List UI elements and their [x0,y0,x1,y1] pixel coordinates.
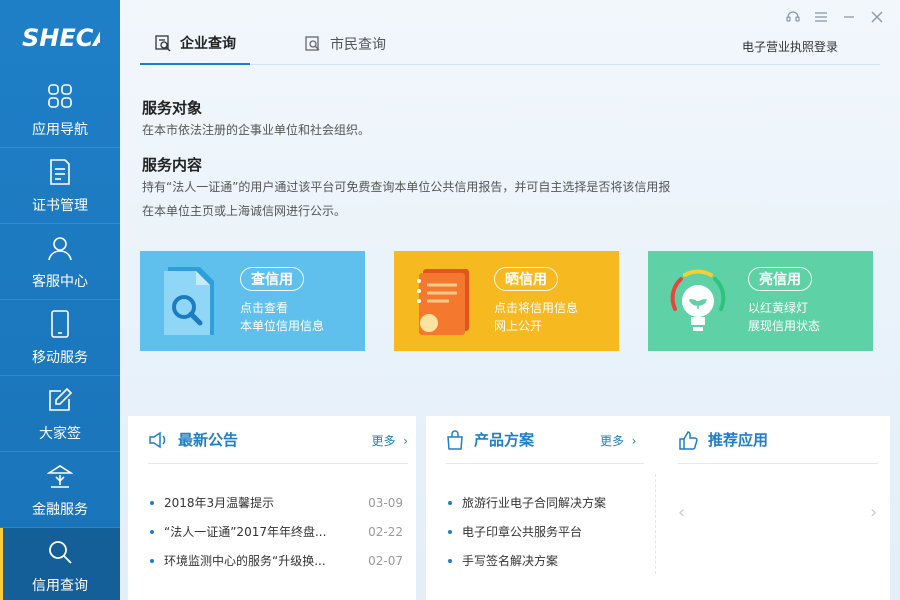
products-list: 旅游行业电子合同解决方案 电子印章公共服务平台 手写签名解决方案 [448,488,648,575]
card-desc-line2: 本单位信用信息 [240,319,325,333]
chevron-right-icon[interactable]: › [870,502,877,523]
card-desc-line1: 以红黄绿灯 [748,301,809,315]
check-credit-card[interactable]: 查信用 点击查看 本单位信用信息 [140,251,365,351]
card-pill-label: 亮信用 [748,267,812,291]
card-pill-label: 晒信用 [494,267,558,291]
card-pill-label: 查信用 [240,267,304,291]
news-date: 03-09 [368,495,403,510]
product-text: 手写签名解决方案 [462,554,559,568]
grid-icon [45,81,75,111]
sidebar-item-app-nav[interactable]: 应用导航 [0,72,120,148]
tab-citizen[interactable]: 市民查询 [290,22,400,65]
sidebar-item-service[interactable]: 客服中心 [0,224,120,300]
news-date: 02-22 [368,524,403,539]
sidebar-item-label: 金融服务 [32,501,88,518]
list-item[interactable]: 手写签名解决方案 [448,546,648,575]
bank-icon [45,461,75,491]
sidebar-item-label: 证书管理 [32,197,88,214]
search-icon [45,537,75,567]
user-icon [45,233,75,263]
chevron-right-icon: › [399,434,408,448]
share-credit-card[interactable]: 晒信用 点击将信用信息 网上公开 [394,251,619,351]
sheca-logo-icon: SHECA [22,24,100,52]
chevron-right-icon: › [627,434,637,448]
list-item[interactable]: 2018年3月温馨提示 03-09 [150,488,403,517]
enterprise-search-icon [155,34,171,51]
card-desc-line1: 点击查看 [240,301,289,315]
thumbs-up-icon [679,430,698,450]
svg-text:SHECA: SHECA [22,24,100,52]
news-title: 最新公告 [178,431,239,449]
sidebar-item-mobile[interactable]: 移动服务 [0,300,120,376]
sidebar-item-label: 客服中心 [32,273,88,290]
speaker-icon [149,431,166,448]
news-text: 2018年3月温馨提示 [164,496,275,510]
divider [655,474,656,574]
tab-label: 市民查询 [330,36,386,53]
news-list: 2018年3月温馨提示 03-09 “法人一证通”2017年年终盘... 02-… [150,488,403,575]
bullet-icon [448,558,452,563]
citizen-search-icon [305,35,320,51]
bullet-icon [448,529,452,534]
list-item[interactable]: 环境监测中心的服务“升级换... 02-07 [150,546,403,575]
document-search-icon [140,251,240,351]
product-text: 电子印章公共服务平台 [462,525,583,539]
list-item[interactable]: “法人一证通”2017年年终盘... 02-22 [150,517,403,546]
sidebar: SHECA 应用导航 证书管理 客服中心 [0,0,120,600]
sidebar-item-finance[interactable]: 金融服务 [0,452,120,528]
tab-label: 企业查询 [180,35,236,52]
pen-icon [45,385,75,415]
news-panel: 最新公告 更多 › 2018年3月温馨提示 03-09 “法人一证通”2017年… [128,416,416,600]
card-desc-line2: 网上公开 [494,319,543,333]
service-content-line2: 在本单位主页或上海诚信网进行公示。 [142,204,347,218]
news-panel-header: 最新公告 [148,416,408,464]
product-text: 旅游行业电子合同解决方案 [462,496,607,510]
sidebar-item-label: 移动服务 [32,349,88,366]
bag-icon [447,429,463,450]
recommend-panel-header: 推荐应用 [678,416,878,464]
service-content-title: 服务内容 [142,156,203,174]
sidebar-item-label: 应用导航 [32,121,88,138]
main-content: 企业查询 市民查询 电子营业执照登录 服务对象 在本市依法注册的企事业单位和社会… [120,0,900,600]
show-credit-card[interactable]: 亮信用 以红黄绿灯 展现信用状态 [648,251,873,351]
products-panel: 产品方案 更多 › 旅游行业电子合同解决方案 电子印章公共服务平台 手写签名解决… [426,416,890,600]
sidebar-item-credit[interactable]: 信用查询 [0,528,120,600]
lightbulb-icon [648,251,748,351]
news-text: 环境监测中心的服务“升级换... [164,554,326,568]
sidebar-item-sign[interactable]: 大家签 [0,376,120,452]
document-icon [45,157,75,187]
more-label: 更多 [371,434,396,448]
recommend-title: 推荐应用 [708,431,769,449]
card-desc-line2: 展现信用状态 [748,319,821,333]
service-target-text: 在本市依法注册的企事业单位和社会组织。 [142,123,371,137]
sidebar-item-cert[interactable]: 证书管理 [0,148,120,224]
chevron-left-icon[interactable]: ‹ [678,502,685,523]
sidebar-item-label: 信用查询 [32,577,88,594]
phone-icon [45,309,75,339]
license-login-link[interactable]: 电子营业执照登录 [742,38,838,55]
products-title: 产品方案 [474,431,535,449]
products-more-link[interactable]: 更多 › [600,432,636,449]
sidebar-item-label: 大家签 [39,425,81,442]
more-label: 更多 [600,434,625,448]
tab-enterprise[interactable]: 企业查询 [140,22,250,65]
news-text: “法人一证通”2017年年终盘... [164,525,327,539]
bullet-icon [150,500,154,505]
news-more-link[interactable]: 更多 › [372,432,408,449]
service-content-line1: 持有“法人一证通”的用户通过该平台可免费查询本单位公共信用报告，并可自主选择是否… [142,180,671,194]
app-logo: SHECA [0,0,120,72]
bullet-icon [150,529,154,534]
list-item[interactable]: 旅游行业电子合同解决方案 [448,488,648,517]
service-target-title: 服务对象 [142,99,203,117]
card-desc-line1: 点击将信用信息 [494,301,579,315]
news-date: 02-07 [368,553,403,568]
bullet-icon [150,558,154,563]
bullet-icon [448,500,452,505]
list-item[interactable]: 电子印章公共服务平台 [448,517,648,546]
notebook-sun-icon [394,251,494,351]
